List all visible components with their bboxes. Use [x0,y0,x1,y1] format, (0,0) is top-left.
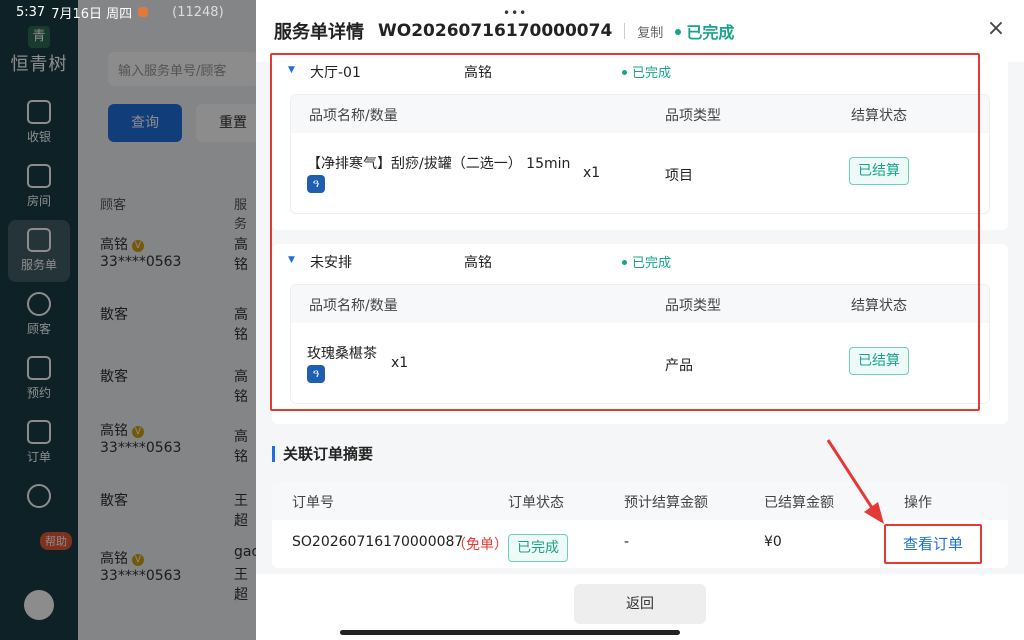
copy-button[interactable]: 复制 [637,22,663,41]
close-icon[interactable]: × [984,18,1008,42]
status-count: (11248) [172,4,224,20]
drawer-title: 服务单详情 [274,22,364,43]
group-status: 已完成 [622,252,671,271]
col-item-type: 品项类型 [665,108,721,124]
group-header[interactable]: ▼ 大厅-01 高铭 已完成 [272,54,1008,90]
items-table: 品项名称/数量 品项类型 结算状态 【净排寒气】刮痧/拔罐（二选一） 15min… [290,94,990,214]
order-number: WO20260716170000074 [378,21,613,41]
col-settle-status: 结算状态 [851,298,907,314]
drawer-footer: 返回 [256,574,1024,640]
item-qty: x1 [391,355,409,371]
service-group: ▼ 大厅-01 高铭 已完成 品项名称/数量 品项类型 结算状态 【净排寒气】刮… [272,54,1008,230]
col-order-no: 订单号 [292,495,334,511]
settled-amount: ¥0 [764,534,782,550]
col-item-name: 品项名称/数量 [309,298,398,314]
status-bar: 5:37 7月16日 周四 (11248) [0,0,260,24]
settle-status-tag: 已结算 [849,347,909,375]
caret-down-icon[interactable]: ▼ [288,255,295,265]
item-name: 【净排寒气】刮痧/拔罐（二选一） 15min [307,156,571,172]
status-time: 5:37 [16,4,46,20]
col-actions: 操作 [904,495,932,511]
item-type: 产品 [665,358,693,374]
table-row: 【净排寒气】刮痧/拔罐（二选一） 15min ዓ x1 项目 已结算 [291,133,989,213]
order-status-tag: 已完成 [508,534,568,562]
free-tag: （免单） [452,537,508,553]
table-row: 玫瑰桑椹茶 ዓ x1 产品 已结算 [291,323,989,403]
col-expected-amount: 预计结算金额 [624,495,708,511]
status-date: 7月16日 周四 [51,6,133,22]
group-header[interactable]: ▼ 未安排 高铭 已完成 [272,244,1008,280]
staff-name: 高铭 [464,65,492,81]
home-indicator [340,630,680,635]
settle-status-tag: 已结算 [849,157,909,185]
order-status: 已完成 [675,19,734,43]
item-tag-icon: ዓ [307,175,325,193]
col-item-name: 品项名称/数量 [309,108,398,124]
orders-table-header: 订单号 订单状态 预计结算金额 已结算金额 操作 [272,482,1008,520]
item-qty: x1 [583,165,601,181]
status-dot-icon [675,29,682,35]
col-settle-status: 结算状态 [851,108,907,124]
group-status: 已完成 [622,62,671,81]
item-type: 项目 [665,168,693,184]
col-item-type: 品项类型 [665,298,721,314]
caret-down-icon[interactable]: ▼ [288,65,295,75]
view-order-button[interactable]: 查看订单 [884,524,982,564]
col-order-status: 订单状态 [508,495,564,511]
related-orders-title: 关联订单摘要 [272,446,373,462]
back-button[interactable]: 返回 [574,584,706,624]
drawer-header: ••• 服务单详情 WO20260716170000074 复制 已完成 × [256,0,1024,62]
items-table-header: 品项名称/数量 品项类型 结算状态 [291,285,989,323]
order-number: SO20260716170000087 [292,534,464,550]
staff-name: 高铭 [464,255,492,271]
service-group: ▼ 未安排 高铭 已完成 品项名称/数量 品项类型 结算状态 玫瑰桑椹茶 ዓ x… [272,244,1008,424]
app-notification-icon [138,7,149,17]
item-name: 玫瑰桑椹茶 [307,346,377,362]
expected-amount: - [624,534,630,550]
divider [624,23,626,39]
room-name: 未安排 [310,255,352,271]
items-table-header: 品项名称/数量 品项类型 结算状态 [291,95,989,133]
item-tag-icon: ዓ [307,365,325,383]
col-settled-amount: 已结算金额 [764,495,834,511]
drag-handle-icon[interactable]: ••• [503,6,527,20]
items-table: 品项名称/数量 品项类型 结算状态 玫瑰桑椹茶 ዓ x1 产品 已结算 [290,284,990,404]
room-name: 大厅-01 [310,65,361,81]
